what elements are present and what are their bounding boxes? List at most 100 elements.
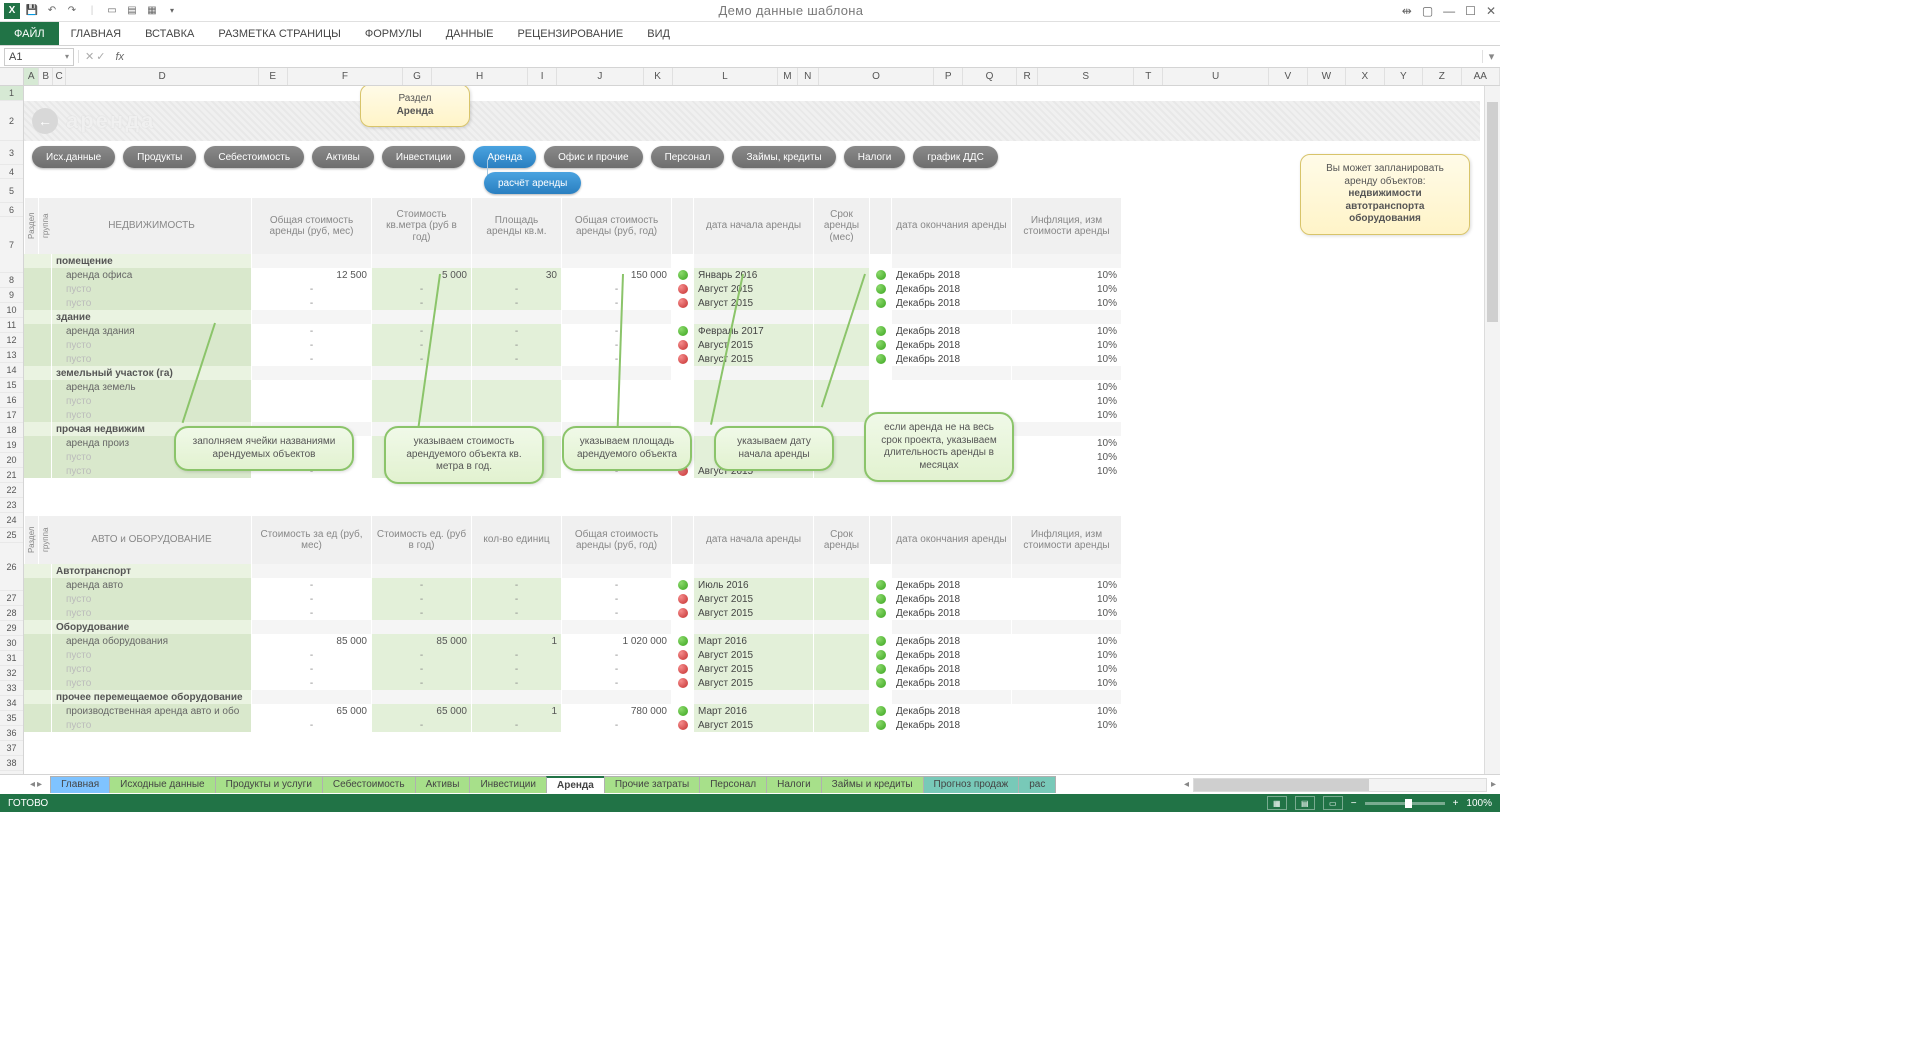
undo-icon[interactable]: ↶ [44, 3, 60, 19]
sheet-tab-6[interactable]: Аренда [546, 776, 605, 793]
cell[interactable] [672, 394, 694, 408]
cell[interactable] [672, 338, 694, 352]
row-header-37[interactable]: 37 [0, 741, 23, 756]
cell[interactable] [472, 408, 562, 422]
cell[interactable]: - [562, 718, 672, 732]
cell[interactable] [814, 352, 870, 366]
cell[interactable] [870, 268, 892, 282]
table-row[interactable]: пусто----Август 2015Декабрь 201810% [24, 662, 1480, 676]
cell[interactable]: пусто [52, 606, 252, 620]
cell[interactable]: - [372, 662, 472, 676]
row-header-1[interactable]: 1 [0, 86, 23, 101]
cell[interactable] [870, 690, 892, 704]
col-header-D[interactable]: D [66, 68, 258, 85]
preview-icon[interactable]: ▦ [144, 3, 160, 19]
cell[interactable] [24, 464, 52, 478]
cell[interactable] [870, 564, 892, 578]
cell[interactable] [814, 564, 870, 578]
cell[interactable] [870, 662, 892, 676]
cell[interactable]: 780 000 [562, 704, 672, 718]
ribbon-tab-formulas[interactable]: ФОРМУЛЫ [353, 22, 434, 45]
cell[interactable]: - [472, 606, 562, 620]
cell[interactable]: - [372, 352, 472, 366]
cell[interactable]: - [562, 296, 672, 310]
cell[interactable] [892, 394, 1012, 408]
view-layout-icon[interactable]: ▤ [1295, 796, 1315, 810]
cell[interactable]: аренда авто [52, 578, 252, 592]
sheet-tab-5[interactable]: Инвестиции [469, 776, 547, 793]
cell[interactable]: Декабрь 2018 [892, 592, 1012, 606]
row-header-35[interactable]: 35 [0, 711, 23, 726]
vertical-scrollbar[interactable] [1484, 86, 1500, 774]
column-headers[interactable]: A /*placeholder*/ BCDEFGHIJKLMNOPQRSTUVW… [24, 68, 1500, 86]
touch-mode-icon[interactable]: ⇹ [1402, 4, 1412, 18]
row-header-4[interactable]: 4 [0, 165, 23, 179]
cell[interactable]: пусто [52, 352, 252, 366]
row-header-7[interactable]: 7 [0, 217, 23, 273]
row-headers[interactable]: 1234567891011121314151617181920212223242… [0, 86, 24, 774]
cell[interactable] [24, 380, 52, 394]
cell[interactable] [24, 620, 52, 634]
cell[interactable]: Март 2016 [694, 634, 814, 648]
cell[interactable] [1012, 366, 1122, 380]
maximize-icon[interactable]: ☐ [1465, 4, 1476, 18]
col-header-S[interactable]: S [1038, 68, 1134, 85]
cell[interactable]: пусто [52, 296, 252, 310]
ribbon-tab-layout[interactable]: РАЗМЕТКА СТРАНИЦЫ [206, 22, 352, 45]
cell[interactable] [870, 676, 892, 690]
open-icon[interactable]: ▤ [124, 3, 140, 19]
nav-btn-2[interactable]: Себестоимость [204, 146, 304, 168]
col-header-H[interactable]: H [432, 68, 528, 85]
cell[interactable]: - [472, 296, 562, 310]
cell[interactable] [252, 366, 372, 380]
cell[interactable]: 1 [472, 704, 562, 718]
table-row[interactable]: аренда авто----Июль 2016Декабрь 201810% [24, 578, 1480, 592]
cell[interactable]: - [562, 592, 672, 606]
cell[interactable] [24, 282, 52, 296]
cell[interactable]: пусто [52, 408, 252, 422]
table-row[interactable]: пусто----Август 2015Декабрь 201810% [24, 606, 1480, 620]
nav-btn-1[interactable]: Продукты [123, 146, 196, 168]
cell[interactable]: 150 000 [562, 268, 672, 282]
col-header-J[interactable]: J [557, 68, 644, 85]
cell[interactable]: Декабрь 2018 [892, 268, 1012, 282]
cell[interactable]: Декабрь 2018 [892, 578, 1012, 592]
cell[interactable]: прочее перемещаемое оборудование [52, 690, 252, 704]
cell[interactable]: 1 020 000 [562, 634, 672, 648]
row-header-15[interactable]: 15 [0, 378, 23, 393]
cell[interactable] [672, 282, 694, 296]
cell[interactable] [24, 662, 52, 676]
col-header-K[interactable]: K [644, 68, 673, 85]
sheet-tab-2[interactable]: Продукты и услуги [215, 776, 323, 793]
cell[interactable] [694, 380, 814, 394]
sheet-tab-1[interactable]: Исходные данные [109, 776, 216, 793]
cell[interactable]: - [562, 324, 672, 338]
col-header-Y[interactable]: Y [1385, 68, 1424, 85]
cell[interactable]: - [252, 718, 372, 732]
cell[interactable] [24, 704, 52, 718]
cell[interactable] [694, 310, 814, 324]
cell[interactable]: - [372, 592, 472, 606]
expand-formula-icon[interactable]: ▾ [1482, 50, 1500, 63]
nav-btn-10[interactable]: график ДДС [913, 146, 998, 168]
zoom-out-icon[interactable]: − [1351, 798, 1357, 809]
row-header-5[interactable]: 5 [0, 179, 23, 203]
cell[interactable] [892, 690, 1012, 704]
cell[interactable] [24, 338, 52, 352]
redo-icon[interactable]: ↷ [64, 3, 80, 19]
table-row[interactable]: пусто10% [24, 394, 1480, 408]
cell[interactable] [870, 718, 892, 732]
cell[interactable] [562, 310, 672, 324]
cell[interactable]: пусто [52, 282, 252, 296]
table-row[interactable]: пусто10% [24, 408, 1480, 422]
cell[interactable] [472, 394, 562, 408]
col-header-N[interactable]: N [798, 68, 819, 85]
cell[interactable] [672, 352, 694, 366]
ribbon-options-icon[interactable]: ▢ [1422, 4, 1433, 18]
cell[interactable]: - [372, 324, 472, 338]
minimize-icon[interactable]: — [1443, 4, 1455, 18]
cell[interactable] [870, 620, 892, 634]
cell[interactable] [694, 366, 814, 380]
cell[interactable] [672, 268, 694, 282]
cell[interactable]: - [252, 578, 372, 592]
